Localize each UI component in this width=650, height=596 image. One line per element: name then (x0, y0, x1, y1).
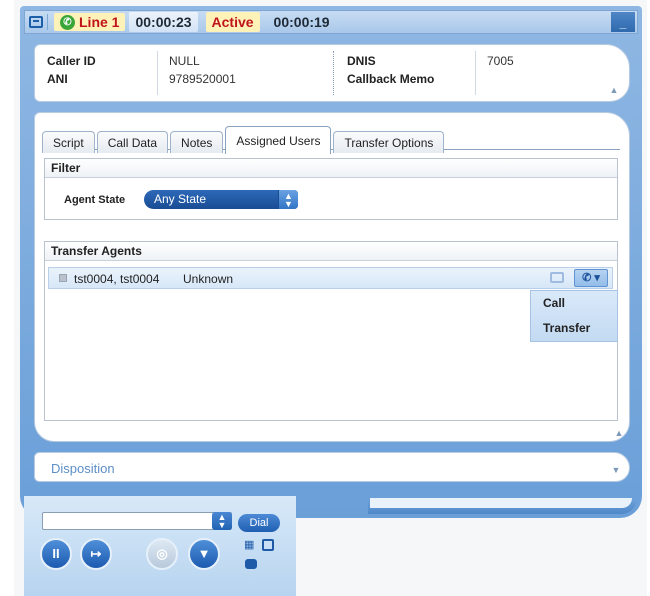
tab-call-data[interactable]: Call Data (96, 131, 169, 153)
state-timer: 00:00:19 (273, 14, 330, 30)
phone-icon: ✆ (60, 14, 75, 30)
agent-state-label: Agent State (64, 194, 126, 206)
menu-item-transfer[interactable]: Transfer (531, 316, 617, 341)
collapse-icon[interactable]: ▲ (607, 85, 621, 95)
tab-assigned-users[interactable]: Assigned Users (225, 126, 332, 154)
agent-state-value: Any State (154, 192, 207, 206)
disposition-panel[interactable]: Disposition ▼ (34, 452, 630, 482)
chat-icon[interactable] (550, 272, 564, 283)
keypad-icon[interactable]: ▦ (244, 539, 258, 551)
table-row[interactable]: tst0004, tst0004 Unknown ✆ ▾ (48, 267, 613, 289)
status-bar-spacer (339, 12, 607, 32)
divider (47, 14, 48, 30)
tab-script[interactable]: Script (42, 131, 95, 153)
ani-label: ANI (47, 72, 68, 86)
call-state-badge: Active (205, 12, 260, 32)
call-timer: 00:00:23 (129, 12, 198, 32)
dial-button[interactable]: Dial (238, 514, 280, 532)
filter-group: Filter (44, 158, 618, 220)
transfer-call-button[interactable]: ↦ (80, 538, 112, 570)
agent-status-icon (59, 274, 67, 282)
menu-item-call[interactable]: Call (531, 291, 617, 316)
minimize-button[interactable]: _ (611, 12, 635, 32)
end-call-button[interactable]: ▼ (188, 538, 220, 570)
dnis-value: 7005 (487, 54, 514, 68)
agent-state-select[interactable]: Any State ▲ ▼ (144, 190, 298, 209)
line-label: Line (79, 14, 108, 30)
dial-number-input[interactable] (42, 512, 232, 530)
mail-icon[interactable] (245, 559, 257, 569)
tab-transfer-options[interactable]: Transfer Options (333, 131, 445, 153)
divider (475, 51, 476, 95)
window-icon[interactable] (29, 16, 43, 28)
filter-title: Filter (45, 159, 617, 178)
caller-info-card: Caller ID ANI NULL 9789520001 DNIS Callb… (34, 44, 630, 102)
hold-button[interactable]: II (40, 538, 72, 570)
dnis-label: DNIS (347, 54, 376, 68)
agent-name: tst0004, tst0004 (74, 272, 160, 286)
collapse-icon[interactable]: ▲ (612, 428, 626, 438)
tab-notes[interactable]: Notes (170, 131, 224, 153)
divider (157, 51, 158, 95)
tab-bar: Script Call Data Notes Assigned Users Tr… (42, 125, 446, 154)
agent-state: Unknown (183, 272, 234, 286)
document-icon[interactable] (262, 539, 274, 551)
caller-id-label: Caller ID (47, 54, 96, 68)
chevron-updown-icon[interactable]: ▲ ▼ (278, 190, 298, 209)
ani-value: 9789520001 (169, 72, 236, 86)
line-indicator[interactable]: ✆ Line 1 (54, 13, 126, 31)
expand-icon[interactable]: ▼ (609, 465, 623, 475)
transfer-agents-title: Transfer Agents (45, 242, 617, 261)
disposition-label: Disposition (51, 461, 115, 476)
divider (333, 51, 334, 95)
call-action-menu: Call Transfer (530, 290, 618, 342)
line-number: 1 (111, 14, 120, 30)
record-button[interactable]: ◎ (146, 538, 178, 570)
status-bar: ✆ Line 1 00:00:23 Active 00:00:19 _ (24, 10, 638, 34)
callback-memo-label: Callback Memo (347, 72, 435, 86)
chevron-updown-icon[interactable]: ▲ ▼ (212, 512, 232, 530)
panel-bottom-tab-inner (370, 498, 632, 508)
call-action-button[interactable]: ✆ ▾ (574, 269, 608, 287)
caller-id-value: NULL (169, 54, 200, 68)
